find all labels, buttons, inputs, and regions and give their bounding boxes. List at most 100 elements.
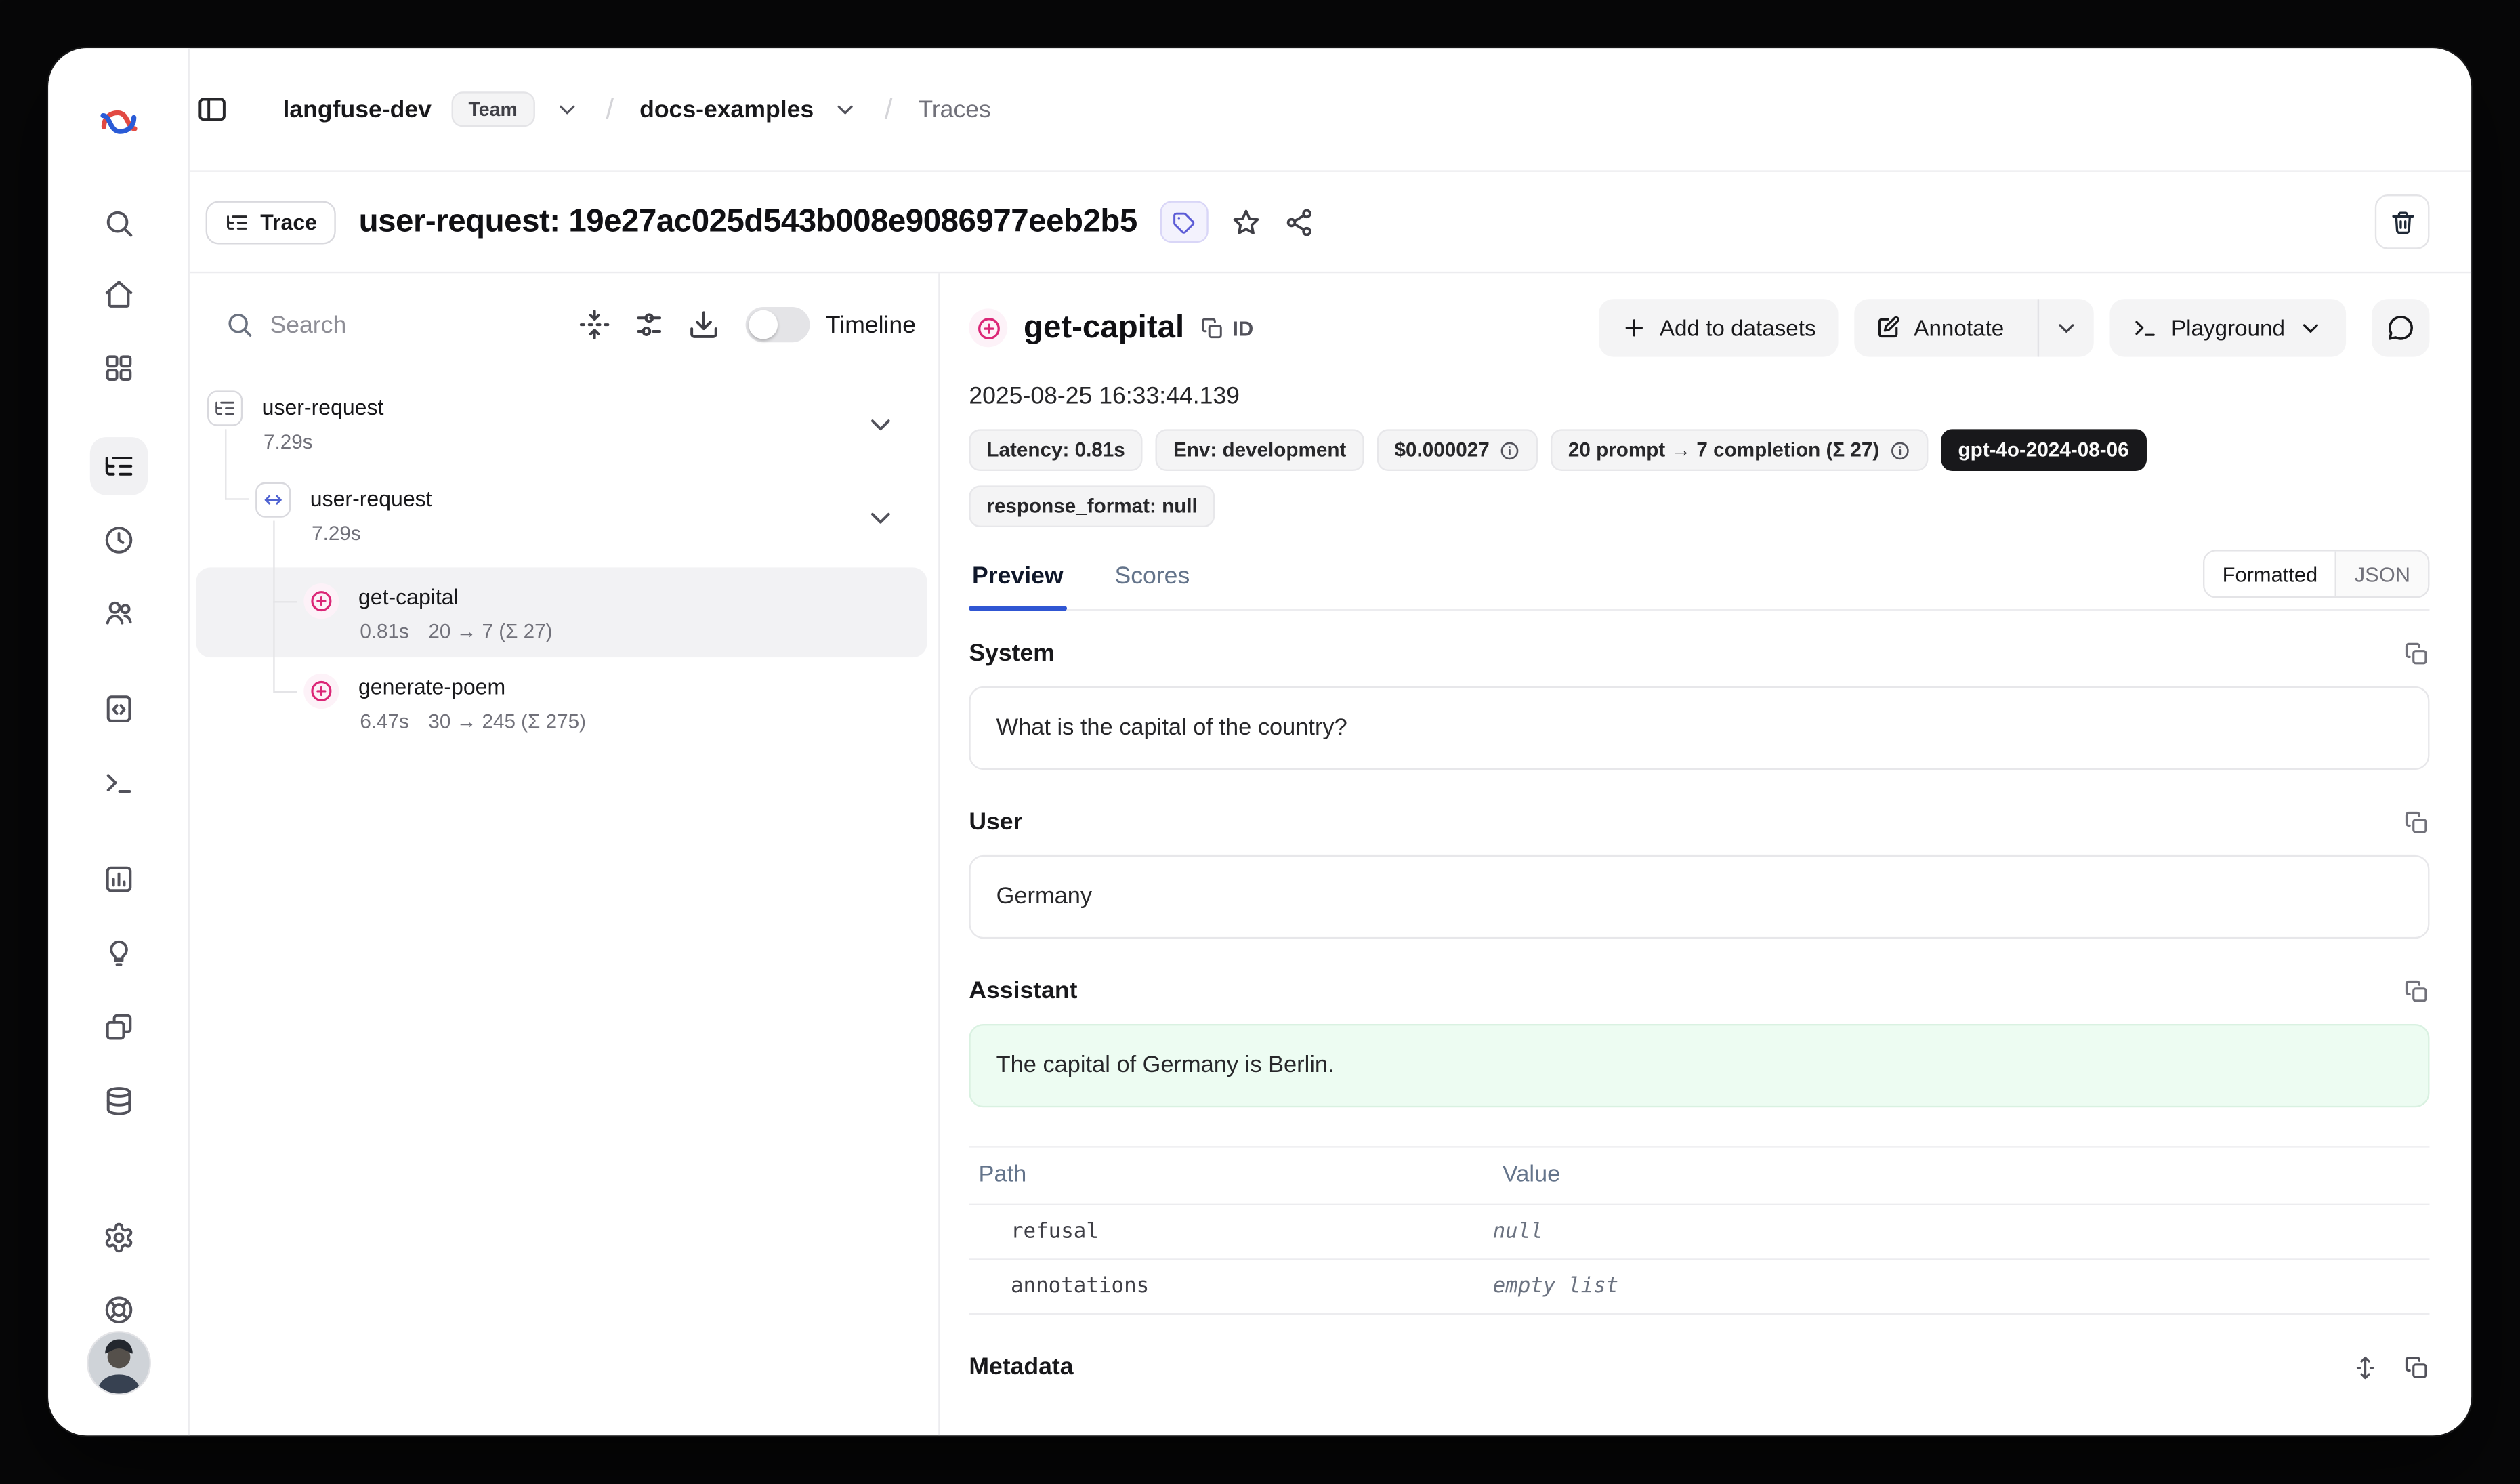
breadcrumb-bar: langfuse-dev Team / docs-examples / Trac… <box>190 48 2471 172</box>
chevron-down-icon[interactable] <box>554 96 580 122</box>
annotate-main[interactable]: Annotate <box>1855 299 2025 356</box>
tree-item-label[interactable]: generate-poem <box>358 672 505 703</box>
comments-button[interactable] <box>2372 299 2429 356</box>
generation-node-icon <box>303 674 339 709</box>
share-button[interactable] <box>1284 207 1314 237</box>
app-window: langfuse-dev Team / docs-examples / Trac… <box>48 48 2471 1435</box>
tag-icon <box>1172 210 1196 234</box>
users-icon[interactable] <box>89 583 147 641</box>
playground-icon[interactable] <box>89 754 147 811</box>
trace-node-icon <box>207 390 243 426</box>
info-icon <box>1499 440 1520 461</box>
copy-icon[interactable] <box>2404 809 2430 835</box>
response-format-badge: response_format: null <box>969 485 1215 527</box>
model-badge[interactable]: gpt-4o-2024-08-06 <box>1940 429 2146 471</box>
tab-scores[interactable]: Scores <box>1112 553 1193 609</box>
collapse-node-chevron[interactable] <box>864 408 896 440</box>
tree-item-metrics: 0.81s20 → 7 (Σ 27) <box>360 615 552 647</box>
tree-connector <box>273 601 297 602</box>
breadcrumb-environment[interactable]: docs-examples <box>639 96 814 123</box>
cost-badge[interactable]: $0.000027 <box>1377 429 1537 471</box>
tree-item-label[interactable]: user-request <box>310 484 432 516</box>
sidebar-toggle-icon[interactable] <box>196 94 228 125</box>
star-button[interactable] <box>1230 207 1261 237</box>
chevron-down-icon <box>2298 315 2324 341</box>
output-details-table: Path Value refusal null annotations empt… <box>969 1146 2429 1315</box>
info-icon <box>1889 440 1910 461</box>
plus-icon <box>1621 315 1647 341</box>
dashboards-icon[interactable] <box>89 339 147 396</box>
annotate-button[interactable]: Annotate <box>1855 299 2095 356</box>
nav-rail <box>48 48 190 1435</box>
format-formatted[interactable]: Formatted <box>2205 552 2337 596</box>
id-label: ID <box>1232 316 1253 340</box>
datasets-icon[interactable] <box>89 1072 147 1130</box>
expand-icon[interactable] <box>2353 1354 2378 1380</box>
section-title: Assistant <box>969 977 1077 1004</box>
chevron-down-icon[interactable] <box>833 96 859 122</box>
span-node-icon <box>255 482 291 518</box>
langfuse-logo[interactable] <box>96 100 140 144</box>
breadcrumb-separator: / <box>878 92 899 126</box>
message-section-user: User Germany <box>969 808 2429 939</box>
add-to-datasets-button[interactable]: Add to datasets <box>1599 299 1839 356</box>
star-icon <box>1230 207 1261 237</box>
trash-icon <box>2389 208 2416 235</box>
search-nav-icon[interactable] <box>89 194 147 252</box>
section-title: System <box>969 640 1055 667</box>
tree-item-label[interactable]: get-capital <box>358 582 459 614</box>
copy-id-button[interactable]: ID <box>1200 316 1253 340</box>
trace-tree-panel: Timeline <box>190 273 940 1435</box>
tokens-badge[interactable]: 20 prompt → 7 completion (Σ 27) <box>1551 429 1928 471</box>
collapse-node-chevron[interactable] <box>864 501 896 533</box>
gallery-icon[interactable] <box>89 998 147 1056</box>
observation-timestamp: 2025-08-25 16:33:44.139 <box>969 383 2429 410</box>
breadcrumb-project[interactable]: langfuse-dev <box>282 96 431 123</box>
playground-button[interactable]: Playground <box>2110 299 2346 356</box>
breadcrumb-separator: / <box>600 92 621 126</box>
observation-detail-panel: get-capital ID Add to datasets <box>940 273 2472 1435</box>
edit-icon <box>1875 315 1901 341</box>
list-tree-icon <box>225 210 249 234</box>
share-icon <box>1284 207 1314 237</box>
home-icon[interactable] <box>89 265 147 323</box>
tree-connector <box>273 691 297 693</box>
generation-icon <box>969 308 1007 347</box>
trace-type-chip[interactable]: Trace <box>206 200 337 243</box>
tab-preview[interactable]: Preview <box>969 553 1066 609</box>
chevron-down-icon <box>2054 315 2080 341</box>
sessions-icon[interactable] <box>89 511 147 569</box>
selected-tree-row[interactable] <box>196 567 927 657</box>
copy-icon[interactable] <box>2404 640 2430 666</box>
copy-icon[interactable] <box>2404 978 2430 1004</box>
format-json[interactable]: JSON <box>2337 552 2428 596</box>
metadata-section: Metadata <box>969 1353 2429 1380</box>
tree-item-label[interactable]: user-request <box>262 392 384 424</box>
tree-connector <box>225 498 249 499</box>
message-content: Germany <box>969 855 2429 939</box>
message-section-system: System What is the capital of the countr… <box>969 640 2429 770</box>
copy-icon[interactable] <box>2404 1354 2430 1380</box>
tag-button[interactable] <box>1160 201 1208 243</box>
metadata-title: Metadata <box>969 1353 1073 1380</box>
table-header-row: Path Value <box>969 1148 2429 1205</box>
observation-title: get-capital <box>1024 310 1184 347</box>
evaluations-icon[interactable] <box>89 850 147 908</box>
annotate-dropdown[interactable] <box>2038 299 2094 356</box>
message-section-assistant: Assistant The capital of Germany is Berl… <box>969 977 2429 1107</box>
chat-bubble-icon <box>2386 314 2415 343</box>
traces-icon[interactable] <box>89 437 147 495</box>
breadcrumb-page[interactable]: Traces <box>918 96 990 123</box>
detail-tabbar: Preview Scores Formatted JSON <box>969 550 2429 611</box>
trace-chip-label: Trace <box>260 210 317 234</box>
user-avatar[interactable] <box>86 1331 150 1395</box>
trace-header-bar: Trace user-request: 19e27ac025d543b008e9… <box>190 172 2471 273</box>
format-toggle: Formatted JSON <box>2203 550 2429 598</box>
team-badge: Team <box>450 91 534 127</box>
prompts-icon[interactable] <box>89 680 147 737</box>
tree-item-metrics: 6.47s30 → 245 (Σ 275) <box>360 705 586 737</box>
delete-trace-button[interactable] <box>2375 194 2430 249</box>
section-title: User <box>969 808 1022 836</box>
lightbulb-icon[interactable] <box>89 924 147 982</box>
settings-icon[interactable] <box>89 1209 147 1266</box>
